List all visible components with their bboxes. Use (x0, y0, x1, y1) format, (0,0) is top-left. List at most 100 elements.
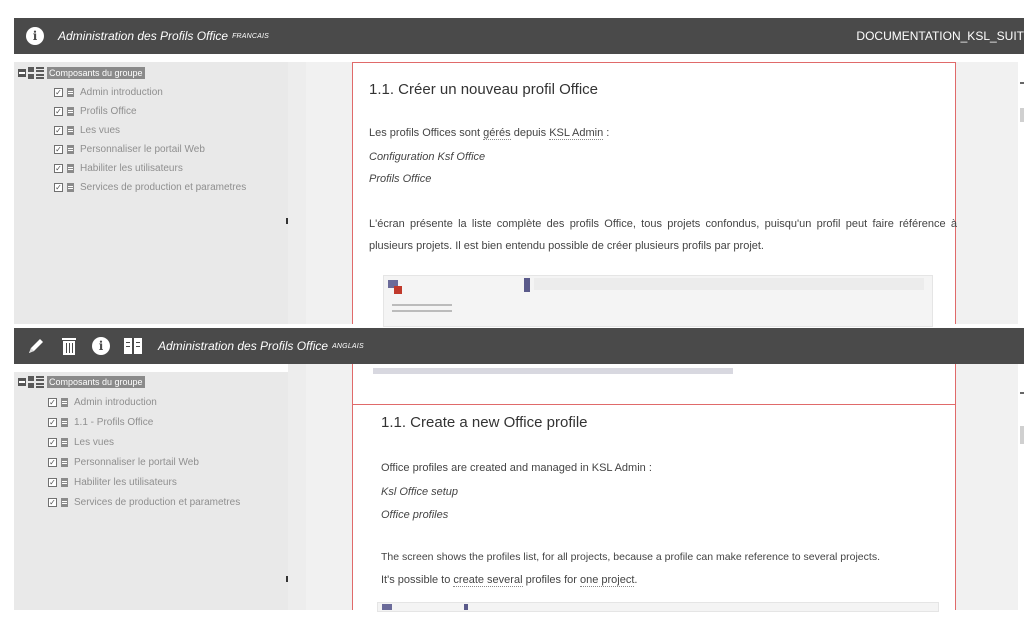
tree-item[interactable]: ✓ Services de production et parametres (48, 492, 288, 512)
splitter-handle[interactable] (286, 576, 288, 582)
tree-item-label: Admin introduction (80, 87, 163, 98)
info-icon[interactable]: i (26, 27, 44, 45)
intro-text-part: : (603, 127, 610, 139)
checkbox-icon[interactable]: ✓ (54, 88, 63, 97)
tree-item-label: Personnaliser le portail Web (74, 456, 199, 468)
top-splitter[interactable] (286, 62, 306, 324)
bottom-document-page: 1.1. Create a new Office profile Office … (352, 364, 956, 612)
splitter-handle[interactable] (286, 218, 288, 224)
checkbox-icon[interactable]: ✓ (48, 417, 57, 427)
intro-text-part: KSL Admin (549, 127, 604, 140)
intro-text-part: gérés (483, 127, 511, 140)
checkbox-icon[interactable]: ✓ (54, 107, 63, 116)
tree-item-label: 1.1 - Profils Office (74, 416, 154, 428)
document-icon (61, 397, 68, 407)
section-heading: 1.1. Create a new Office profile (381, 414, 588, 431)
document-icon (61, 417, 68, 427)
tree-item[interactable]: ✓ Habiliter les utilisateurs (54, 159, 288, 178)
menu-path-1: Ksl Office setup (381, 486, 459, 498)
checkbox-icon[interactable]: ✓ (48, 457, 57, 467)
checkbox-icon[interactable]: ✓ (48, 477, 57, 487)
tree-item[interactable]: ✓ Habiliter les utilisateurs (48, 472, 288, 492)
document-icon (67, 126, 74, 135)
edit-pencil-icon[interactable] (26, 336, 46, 356)
section-heading: 1.1. Créer un nouveau profil Office (369, 81, 599, 98)
checkbox-icon[interactable]: ✓ (54, 126, 63, 135)
checkbox-icon[interactable]: ✓ (54, 183, 63, 192)
top-document-page: 1.1. Créer un nouveau profil Office Les … (352, 62, 957, 327)
checkbox-icon[interactable]: ✓ (48, 497, 57, 507)
menu-path-1: Configuration Ksf Office (369, 151, 486, 163)
document-icon (67, 145, 74, 154)
tree-item-label: Services de production et parametres (74, 496, 241, 508)
bottom-tree-panel: Composants du groupe ✓ Admin introduction… (14, 372, 288, 610)
description-line-1: The screen shows the profiles list, for … (381, 551, 880, 563)
tree-item-label: Admin introduction (74, 396, 157, 408)
description-part: . (634, 574, 638, 586)
tree-item[interactable]: ✓ 1.1 - Profils Office (48, 412, 288, 432)
tree-item[interactable]: ✓ Personnaliser le portail Web (54, 140, 288, 159)
tree-item[interactable]: ✓ Les vues (54, 121, 288, 140)
document-icon (61, 477, 68, 487)
collapse-icon[interactable] (18, 378, 26, 386)
document-icon (61, 457, 68, 467)
tree-item-label: Les vues (74, 436, 115, 448)
tree-item-label: Profils Office (80, 106, 137, 117)
tree-item-label: Les vues (80, 125, 121, 136)
language-label: FRANCAIS (232, 32, 270, 40)
screenshot-thumbnail (377, 602, 939, 612)
description-part: one project (579, 574, 635, 587)
tree-item[interactable]: ✓ Personnaliser le portail Web (48, 452, 288, 472)
panel-title: Administration des Profils Office (158, 339, 329, 353)
description-part: create several (453, 574, 523, 587)
document-icon (67, 107, 74, 116)
tree-item-label: Personnaliser le portail Web (80, 144, 205, 155)
group-grid-icon (28, 376, 44, 388)
bottom-header-bar: i Administration des Profils Office ANGL… (14, 328, 1024, 364)
intro-text: Les profils Offices sont gérés depuis KS… (369, 127, 610, 140)
description-paragraph: L'écran présente la liste complète des p… (369, 218, 957, 252)
info-icon[interactable]: i (92, 337, 110, 355)
tree-root-label: Composants du groupe (47, 67, 145, 79)
menu-path-2: Profils Office (369, 173, 432, 185)
screenshot-thumbnail (383, 275, 933, 327)
tree-root[interactable]: Composants du groupe (18, 66, 288, 80)
group-grid-icon (28, 67, 44, 79)
tree-item[interactable]: ✓ Admin introduction (48, 392, 288, 412)
document-icon (67, 183, 74, 192)
tree-item-label: Habiliter les utilisateurs (80, 163, 183, 174)
document-icon (67, 88, 74, 97)
description-line-2: It's possible to create several profiles… (381, 574, 638, 587)
language-label: ANGLAIS (332, 342, 364, 350)
previous-page-bottom (353, 364, 955, 405)
intro-text-part: Les profils Offices sont (369, 127, 484, 139)
document-icon (61, 437, 68, 447)
document-icon (61, 497, 68, 507)
tree-item[interactable]: ✓ Admin introduction (54, 83, 288, 102)
bottom-right-scroll-area[interactable] (1018, 364, 1024, 610)
checkbox-icon[interactable]: ✓ (48, 437, 57, 447)
checkbox-icon[interactable]: ✓ (54, 164, 63, 173)
document-name: DOCUMENTATION_KSL_SUIT (856, 29, 1024, 43)
checkbox-icon[interactable]: ✓ (54, 145, 63, 154)
checkbox-icon[interactable]: ✓ (48, 397, 57, 407)
compare-grid-icon[interactable] (124, 338, 142, 354)
intro-text-part: depuis (510, 127, 550, 139)
tree-item[interactable]: ✓ Les vues (48, 432, 288, 452)
bottom-splitter[interactable] (286, 364, 306, 610)
top-header-bar: i Administration des Profils Office FRAN… (14, 18, 1024, 54)
intro-text: Office profiles are created and managed … (381, 462, 652, 474)
collapse-icon[interactable] (18, 69, 26, 77)
tree-root-label: Composants du groupe (47, 376, 145, 388)
tree-item-label: Habiliter les utilisateurs (74, 476, 177, 488)
tree-root[interactable]: Composants du groupe (18, 375, 288, 389)
menu-path-2: Office profiles (381, 509, 449, 521)
tree-item-label: Services de production et parametres (80, 182, 247, 193)
trash-icon[interactable] (60, 336, 78, 356)
top-right-scroll-area[interactable] (1018, 62, 1024, 324)
tree-item[interactable]: ✓ Services de production et parametres (54, 178, 288, 197)
tree-item[interactable]: ✓ Profils Office (54, 102, 288, 121)
top-tree-panel: Composants du groupe ✓ Admin introduction… (14, 62, 288, 324)
description-part: profiles for (522, 574, 580, 586)
description-part: It's possible to (381, 574, 454, 586)
